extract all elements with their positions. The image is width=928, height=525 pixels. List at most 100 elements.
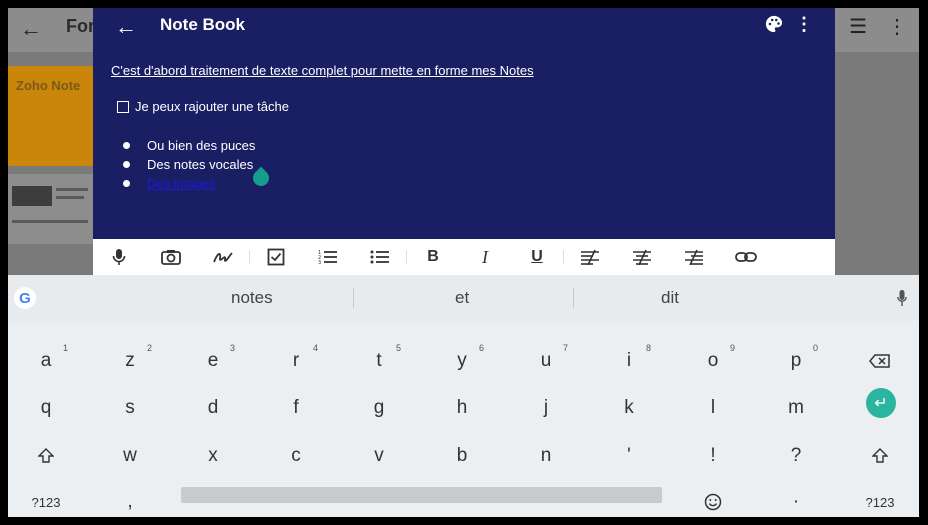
key-y[interactable]: y6 (432, 341, 492, 381)
space-bar[interactable] (181, 487, 662, 503)
background-note-card[interactable]: Zoho Note (8, 66, 93, 166)
camera-icon[interactable] (145, 239, 197, 275)
key-hint: 4 (312, 343, 318, 353)
numbered-list-icon[interactable]: 123 (302, 239, 354, 275)
key-row3-7[interactable]: ! (683, 436, 743, 476)
bullet-dot (123, 180, 130, 187)
key-row3-2[interactable]: c (266, 436, 326, 476)
bullet-dot (123, 142, 130, 149)
key-a[interactable]: a1 (16, 341, 76, 381)
strikethrough-alt2-icon[interactable] (668, 239, 720, 275)
underline-icon[interactable]: U (511, 239, 563, 275)
key-hint: 9 (729, 343, 735, 353)
key-g[interactable]: g (349, 388, 409, 428)
divider (573, 288, 574, 308)
background-actions: ☰ ⋮ (849, 14, 907, 39)
soft-keyboard: G notes et dit a1 z2 e3 r4 t5 y6 u7 i8 o9 p0 qsdfg… (8, 275, 919, 517)
palette-icon[interactable] (765, 15, 783, 33)
shift-right-icon[interactable] (850, 436, 910, 476)
bullet-text: Ou bien des puces (147, 138, 256, 153)
strikethrough-alt-icon[interactable] (616, 239, 668, 275)
key-hint: 3 (229, 343, 235, 353)
bold-icon[interactable]: B (407, 239, 459, 275)
key-row3-0[interactable]: w (100, 436, 160, 476)
key-h[interactable]: h (432, 388, 492, 428)
key-t[interactable]: t5 (349, 341, 409, 381)
note-body-line[interactable]: C'est d'abord traitement de texte comple… (111, 63, 534, 78)
task-item[interactable]: Je peux rajouter une tâche (117, 99, 289, 114)
key-hint: 1 (62, 343, 68, 353)
suggestion[interactable]: et (455, 288, 469, 308)
key-j[interactable]: j (516, 388, 576, 428)
key-row3-1[interactable]: x (183, 436, 243, 476)
divider (353, 288, 354, 308)
backspace-icon[interactable] (850, 341, 910, 381)
background-card-title: Zoho Note (16, 78, 81, 93)
key-o[interactable]: o9 (683, 341, 743, 381)
emoji-icon[interactable] (683, 482, 743, 517)
key-row3-3[interactable]: v (349, 436, 409, 476)
bullet-list-icon[interactable] (354, 239, 406, 275)
key-hint: 0 (812, 343, 818, 353)
task-checkbox[interactable] (117, 100, 129, 113)
suggestion[interactable]: notes (231, 288, 273, 308)
pen-icon[interactable] (197, 239, 249, 275)
background-more-icon[interactable]: ⋮ (887, 14, 907, 39)
key-k[interactable]: k (599, 388, 659, 428)
list-item[interactable]: Ou bien des puces (123, 136, 255, 155)
note-title: Note Book (160, 15, 245, 34)
shift-icon[interactable] (16, 436, 76, 476)
checklist-icon[interactable] (250, 239, 302, 275)
svg-text:3: 3 (318, 260, 321, 265)
more-options-icon[interactable]: ⋮ (795, 14, 813, 35)
thumb-line (56, 196, 84, 199)
period-key[interactable]: · (766, 482, 826, 517)
symbols-key-right[interactable]: ?123 (850, 482, 910, 517)
key-l[interactable]: l (683, 388, 743, 428)
key-u[interactable]: u7 (516, 341, 576, 381)
key-f[interactable]: f (266, 388, 326, 428)
key-hint: 8 (645, 343, 651, 353)
key-s[interactable]: s (100, 388, 160, 428)
key-m[interactable]: m (766, 388, 826, 428)
view-toggle-icon[interactable]: ☰ (849, 14, 867, 39)
bullet-dot (123, 161, 130, 168)
key-r[interactable]: r4 (266, 341, 326, 381)
enter-icon[interactable]: ↵ (866, 388, 896, 418)
bullet-link[interactable]: Des images (147, 176, 216, 191)
key-z[interactable]: z2 (100, 341, 160, 381)
key-hint: 6 (478, 343, 484, 353)
list-item[interactable]: Des images (123, 174, 255, 193)
list-item[interactable]: Des notes vocales (123, 155, 255, 174)
voice-input-icon[interactable] (897, 289, 907, 307)
symbols-key[interactable]: ?123 (16, 482, 76, 517)
thumb-image (12, 186, 52, 206)
key-row3-6[interactable]: ' (599, 436, 659, 476)
key-hint: 7 (562, 343, 568, 353)
note-editor-panel: ← Note Book ⋮ C'est d'abord traitement d… (93, 8, 835, 239)
key-q[interactable]: q (16, 388, 76, 428)
bullet-list: Ou bien des puces Des notes vocales Des … (123, 136, 255, 193)
comma-key[interactable]: , (100, 482, 160, 517)
italic-icon[interactable]: I (459, 239, 511, 275)
background-thumbnail[interactable] (8, 174, 93, 244)
key-row3-4[interactable]: b (432, 436, 492, 476)
formatting-toolbar: 123 B I U (93, 239, 835, 275)
key-hint: 5 (395, 343, 401, 353)
mic-icon[interactable] (93, 239, 145, 275)
link-icon[interactable] (720, 239, 772, 275)
key-i[interactable]: i8 (599, 341, 659, 381)
suggestion[interactable]: dit (661, 288, 679, 308)
background-title: For (66, 16, 95, 36)
back-arrow-icon[interactable]: ← (115, 14, 137, 40)
strikethrough-icon[interactable] (564, 239, 616, 275)
task-label: Je peux rajouter une tâche (135, 99, 289, 114)
key-d[interactable]: d (183, 388, 243, 428)
key-e[interactable]: e3 (183, 341, 243, 381)
background-back-arrow-icon[interactable]: ← (20, 16, 42, 42)
screen: ← For ☰ ⋮ Zoho Note ← Note Book ⋮ C'est … (8, 8, 919, 517)
key-row3-5[interactable]: n (516, 436, 576, 476)
google-icon[interactable]: G (14, 287, 36, 309)
key-p[interactable]: p0 (766, 341, 826, 381)
key-row3-8[interactable]: ? (766, 436, 826, 476)
